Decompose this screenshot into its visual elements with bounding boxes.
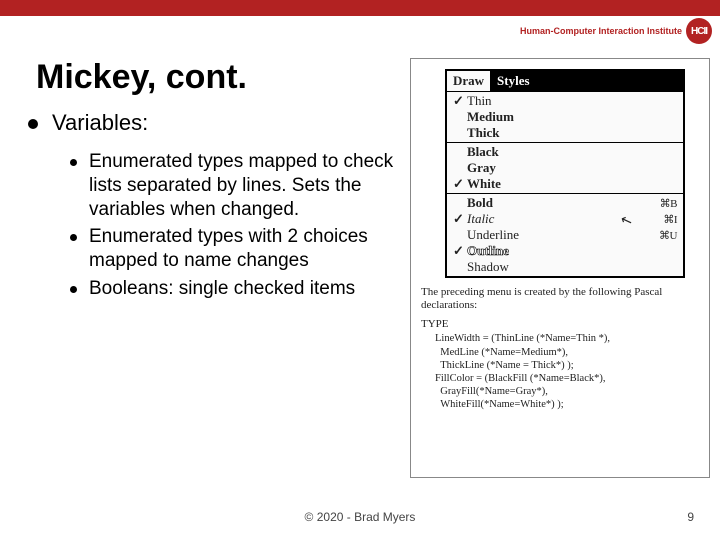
pascal-declarations: LineWidth = (ThinLine (*Name=Thin *), Me… xyxy=(435,332,699,411)
slide-title: Mickey, cont. xyxy=(36,58,247,97)
menu-section-style: Bold⌘B✓Italic⌘IUnderline⌘U✓OutlineShadow xyxy=(447,193,683,276)
menu-item[interactable]: Gray xyxy=(447,160,683,176)
menu-section-fillcolor: BlackGray✓White xyxy=(447,142,683,193)
bullet-level2: Enumerated types mapped to check lists s… xyxy=(70,150,398,221)
institute-name: Human-Computer Interaction Institute xyxy=(520,26,682,36)
pascal-type-keyword: TYPE xyxy=(421,318,699,330)
bullet-dot xyxy=(70,159,77,166)
figure-panel: Draw Styles ✓ThinMediumThick BlackGray✓W… xyxy=(410,58,710,478)
menu-item[interactable]: ✓Thin xyxy=(447,93,683,109)
menu-item[interactable]: Medium xyxy=(447,109,683,125)
menu-item[interactable]: ✓Outline xyxy=(447,243,683,259)
menu-item-label: Black xyxy=(467,144,677,160)
menu-item-label: Medium xyxy=(467,109,677,125)
bullet-dot xyxy=(70,286,77,293)
menu-item-shortcut: ⌘I xyxy=(663,213,677,226)
menu-item[interactable]: Bold⌘B xyxy=(447,195,683,211)
bullet-content: Variables: Enumerated types mapped to ch… xyxy=(28,110,398,305)
checkmark-icon: ✓ xyxy=(453,176,467,192)
top-accent-bar xyxy=(0,0,720,16)
menu-item-label: Outline xyxy=(467,243,677,259)
figure-caption: The preceding menu is created by the fol… xyxy=(421,286,699,312)
menu-item-label: Bold xyxy=(467,195,660,211)
bullet-dot xyxy=(70,234,77,241)
menu-item[interactable]: Thick xyxy=(447,125,683,141)
bullet-l1-text: Variables: xyxy=(52,110,148,136)
menu-item-label: White xyxy=(467,176,677,192)
menu-item-shortcut: ⌘B xyxy=(660,197,677,210)
menu-item[interactable]: ✓Italic⌘I xyxy=(447,211,683,227)
menu-item[interactable]: Black xyxy=(447,144,683,160)
menu-item-label: Thin xyxy=(467,93,677,109)
menu-item[interactable]: Shadow xyxy=(447,259,683,275)
menu-header: Draw Styles xyxy=(447,71,683,91)
checkmark-icon: ✓ xyxy=(453,243,467,259)
menu-header-draw: Draw xyxy=(447,71,491,91)
hcii-logo: HCII xyxy=(686,18,712,44)
menu-section-linewidth: ✓ThinMediumThick xyxy=(447,91,683,142)
menu-item-label: Italic xyxy=(467,211,663,227)
menu-item[interactable]: ✓White xyxy=(447,176,683,192)
institute-header: Human-Computer Interaction Institute HCI… xyxy=(520,18,712,44)
menu-item[interactable]: Underline⌘U xyxy=(447,227,683,243)
menu-item-shortcut: ⌘U xyxy=(659,229,677,242)
checkmark-icon: ✓ xyxy=(453,93,467,109)
menu-header-styles: Styles xyxy=(491,71,683,91)
bullet-level2: Booleans: single checked items xyxy=(70,277,398,301)
checkmark-icon: ✓ xyxy=(453,211,467,227)
footer-copyright: © 2020 - Brad Myers xyxy=(0,510,720,524)
menu-item-label: Thick xyxy=(467,125,677,141)
footer-page-number: 9 xyxy=(687,510,694,524)
bullet-l2a-text: Enumerated types mapped to check lists s… xyxy=(89,150,398,221)
bullet-level1: Variables: xyxy=(28,110,398,136)
menu-box: Draw Styles ✓ThinMediumThick BlackGray✓W… xyxy=(445,69,685,278)
bullet-l2c-text: Booleans: single checked items xyxy=(89,277,355,301)
bullet-level2: Enumerated types with 2 choices mapped t… xyxy=(70,225,398,273)
bullet-dot xyxy=(28,119,38,129)
bullet-l2b-text: Enumerated types with 2 choices mapped t… xyxy=(89,225,398,273)
menu-item-label: Shadow xyxy=(467,259,677,275)
menu-item-label: Gray xyxy=(467,160,677,176)
menu-item-label: Underline xyxy=(467,227,659,243)
